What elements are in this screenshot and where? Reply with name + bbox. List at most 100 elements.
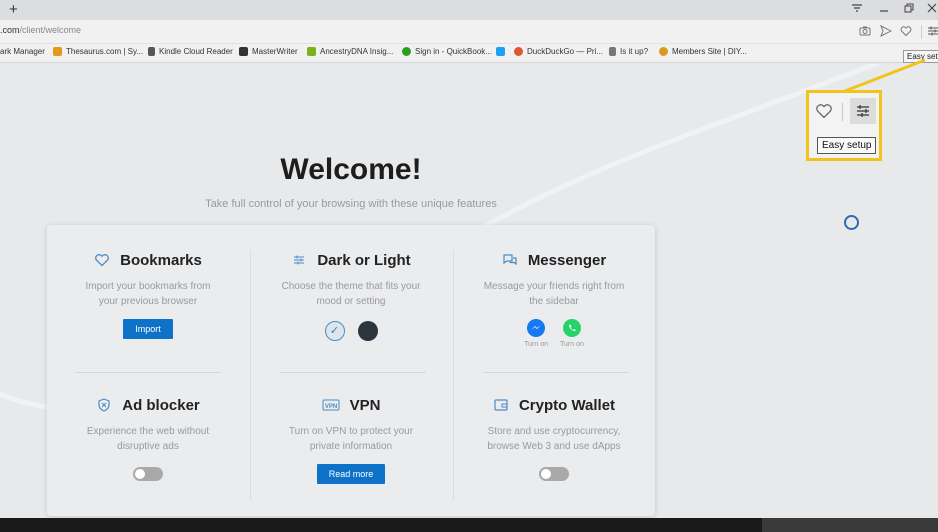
bookmark-item[interactable] [496,47,509,56]
bookmark-item[interactable]: Thesaurus.com | Sy... [53,47,143,56]
bookmark-item[interactable]: Is it up? [609,47,648,56]
sliders-icon [857,105,869,117]
whatsapp-turn-on-label: Turn on [560,341,584,348]
page-subtitle: Take full control of your browsing with … [205,198,497,210]
bookmark-item[interactable]: MasterWriter [239,47,298,56]
shield-icon [98,398,110,412]
adblocker-toggle[interactable] [133,467,163,481]
tab-strip: + [0,0,938,20]
feature-desc: your previous browser [98,296,198,307]
address-divider [921,25,922,39]
toggle-knob [541,469,551,479]
feature-title: VPN [349,396,381,414]
toggle-knob [135,469,145,479]
bookmark-item[interactable]: Kindle Cloud Reader [148,47,233,56]
feature-title: Messenger [527,251,607,269]
welcome-page: Welcome! Take full control of your brows… [0,64,938,518]
url-path: /client/welcome [19,25,82,35]
feature-theme: Dark or Light Choose the theme that fits… [250,250,452,341]
camera-icon[interactable] [859,25,871,41]
bookmark-item[interactable]: ark Manager [0,47,45,56]
messenger-turn-on-label: Turn on [524,341,548,348]
features-card: Bookmarks Import your bookmarks from you… [47,225,655,516]
feature-desc: Choose the theme that fits your [281,281,421,292]
quickbooks-icon [402,47,411,56]
messenger-toggle[interactable]: Turn on [524,318,548,348]
feature-desc: the sidebar [529,296,579,307]
feature-title: Dark or Light [317,251,411,269]
new-tab-button[interactable]: + [9,1,18,19]
feature-vpn: VPN VPN Turn on VPN to protect your priv… [250,395,452,484]
bookmark-label: Sign in - QuickBook... [415,47,492,56]
feature-desc: private information [309,441,393,452]
close-icon[interactable] [926,2,938,18]
wallet-icon [494,399,508,411]
easy-setup-button[interactable] [850,98,876,124]
feature-desc: mood or setting [316,296,386,307]
bookmarks-bar: ark Manager Thesaurus.com | Sy... Kindle… [0,44,938,63]
feature-crypto-wallet: Crypto Wallet Store and use cryptocurren… [453,395,655,481]
messenger-icon [527,319,546,337]
bottom-bar-right [762,518,938,532]
bookmark-label: DuckDuckGo — Pri... [527,47,604,56]
members-site-icon [659,47,668,56]
document-icon [148,47,155,56]
bookmark-item[interactable]: Members Site | DIY... [659,47,747,56]
url-text[interactable]: .com/client/welcome [0,25,81,35]
feature-bookmarks: Bookmarks Import your bookmarks from you… [47,250,249,339]
feature-desc: Experience the web without [86,426,210,437]
heart-icon [95,254,110,267]
easy-setup-callout: Easy setup [806,90,882,161]
restore-icon[interactable] [903,2,915,18]
read-more-button[interactable]: Read more [316,464,386,484]
chat-icon [503,254,517,266]
bookmark-label: ark Manager [0,47,45,56]
whatsapp-icon [562,319,581,337]
easy-setup-tooltip-small: Easy setup [903,50,938,63]
bookmark-label: Members Site | DIY... [672,47,747,56]
crypto-wallet-toggle[interactable] [539,467,569,481]
masterwriter-icon [239,47,248,56]
row-divider [280,372,426,373]
feature-title: Bookmarks [120,251,202,269]
bookmark-item[interactable]: DuckDuckGo — Pri... [514,47,603,56]
feature-title: Ad blocker [122,396,200,414]
feature-adblocker: Ad blocker Experience the web without di… [47,395,249,481]
row-divider [483,372,629,373]
feature-desc: Import your bookmarks from [85,281,211,292]
page-title: Welcome! [280,153,422,186]
bookmark-item[interactable]: Sign in - QuickBook... [402,47,492,56]
easy-setup-tooltip: Easy setup [817,137,877,154]
heart-icon[interactable] [900,25,912,41]
duckduckgo-icon [514,47,523,56]
bookmark-item[interactable]: AncestryDNA Insig... [307,47,393,56]
twitter-icon [496,47,505,56]
feature-desc: disruptive ads [117,441,179,452]
heart-icon[interactable] [815,102,833,120]
feature-desc: Turn on VPN to protect your [288,426,414,437]
feature-messenger: Messenger Message your friends right fro… [453,250,655,349]
bookmark-label: Is it up? [620,47,649,56]
tab-list-icon[interactable] [851,2,863,18]
bookmark-label: MasterWriter [252,47,298,56]
row-divider [75,372,221,373]
send-icon[interactable] [880,24,893,41]
bookmark-label: AncestryDNA Insig... [320,47,394,56]
feature-desc: Store and use cryptocurrency, [487,426,621,437]
thesaurus-icon [53,47,62,56]
loading-spinner [844,215,859,230]
whatsapp-toggle[interactable]: Turn on [560,318,584,348]
feature-desc: browse Web 3 and use dApps [487,441,621,452]
import-button[interactable]: Import [123,319,173,339]
light-theme-option[interactable]: ✓ [324,321,345,341]
address-bar[interactable]: .com/client/welcome [0,20,938,44]
sliders-icon [294,255,305,265]
svg-text:VPN: VPN [324,404,336,410]
feature-desc: Message your friends right from [483,281,625,292]
bookmark-label: Kindle Cloud Reader [159,47,233,56]
minimize-icon[interactable] [878,2,890,18]
wrench-icon [609,47,616,56]
dark-theme-option[interactable] [357,321,378,341]
sliders-icon[interactable] [928,25,938,41]
feature-title: Crypto Wallet [518,396,616,414]
